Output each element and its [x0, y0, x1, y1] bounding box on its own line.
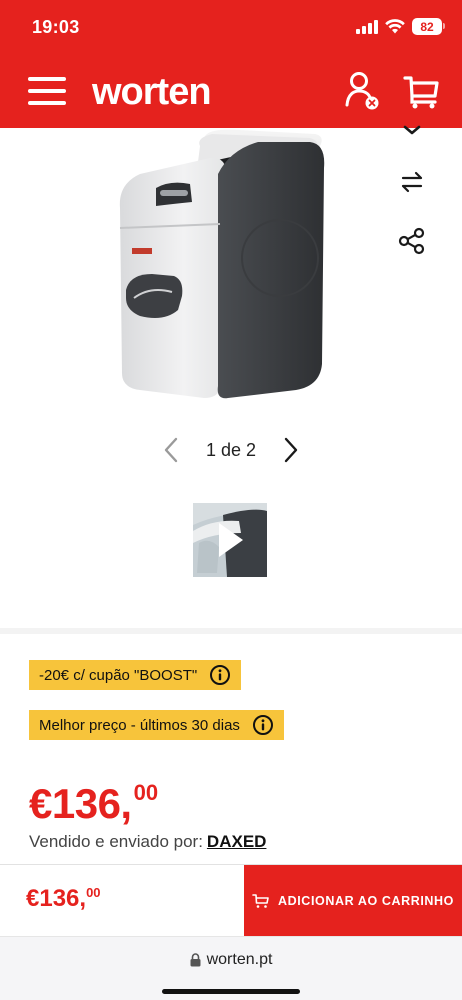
chevron-right-icon: [284, 437, 298, 463]
previous-image-button[interactable]: [156, 434, 188, 466]
browser-url-bar[interactable]: worten.pt: [0, 936, 462, 1000]
status-bar: 19:03 82: [0, 0, 462, 58]
hamburger-icon-line: [28, 101, 66, 105]
wifi-icon: [385, 19, 405, 34]
best-price-label: Melhor preço - últimos 30 dias: [39, 716, 240, 734]
coupon-badge[interactable]: -20€ c/ cupão "BOOST": [29, 660, 242, 690]
seller-link[interactable]: DAXED: [207, 832, 267, 851]
lock-icon: [190, 953, 201, 967]
status-time: 19:03: [32, 17, 80, 37]
url-text: worten.pt: [206, 951, 273, 968]
price-cents: 00: [133, 780, 159, 805]
hamburger-icon-line: [28, 77, 66, 81]
add-to-cart-button[interactable]: ADICIONAR AO CARRINHO: [244, 865, 462, 937]
section-divider: [0, 628, 462, 634]
product-image-shredder[interactable]: [100, 128, 360, 408]
chevron-left-icon: [164, 437, 178, 463]
compare-button[interactable]: [390, 164, 434, 200]
worten-logo[interactable]: worten: [92, 72, 212, 112]
status-icons: 82: [356, 18, 445, 35]
seller-info: Vendido e enviado por: DAXED: [29, 832, 266, 852]
coupon-label: -20€ c/ cupão "BOOST": [39, 666, 198, 684]
cart-button[interactable]: [402, 72, 442, 112]
video-thumbnail[interactable]: [193, 503, 267, 577]
best-price-badge[interactable]: Melhor preço - últimos 30 dias: [29, 710, 284, 740]
battery-indicator: 82: [412, 18, 445, 35]
home-indicator[interactable]: [162, 989, 300, 994]
seller-prefix: Vendido e enviado por:: [29, 832, 203, 851]
add-to-cart-label: ADICIONAR AO CARRINHO: [277, 894, 455, 908]
share-button[interactable]: [390, 223, 434, 259]
cart-icon: [403, 76, 439, 109]
sticky-price: €136,00: [26, 885, 101, 913]
info-icon[interactable]: [209, 664, 231, 686]
signal-icon: [356, 19, 378, 34]
favorite-icon: [403, 125, 421, 135]
hamburger-icon-line: [28, 89, 66, 93]
menu-button[interactable]: [28, 77, 66, 107]
user-logged-out-icon: [345, 72, 379, 110]
account-button[interactable]: [342, 70, 382, 112]
favorite-button[interactable]: [390, 114, 434, 150]
sticky-price-euros: €136,: [26, 885, 87, 912]
product-price: €136,00: [29, 780, 158, 828]
share-icon: [398, 227, 425, 255]
pager-counter: 1 de 2: [205, 440, 257, 460]
url-display[interactable]: worten.pt: [0, 951, 462, 969]
cart-icon: [252, 894, 269, 908]
info-icon[interactable]: [252, 714, 274, 736]
compare-icon: [401, 171, 423, 193]
sticky-purchase-bar: €136,00 ADICIONAR AO CARRINHO: [0, 864, 462, 937]
sticky-price-cents: 00: [86, 885, 101, 900]
image-pager: 1 de 2: [0, 428, 462, 472]
price-euros: €136,: [29, 780, 132, 827]
video-thumbnail-image: [193, 503, 267, 577]
product-gallery: 1 de 2: [0, 125, 462, 628]
next-image-button[interactable]: [274, 434, 306, 466]
